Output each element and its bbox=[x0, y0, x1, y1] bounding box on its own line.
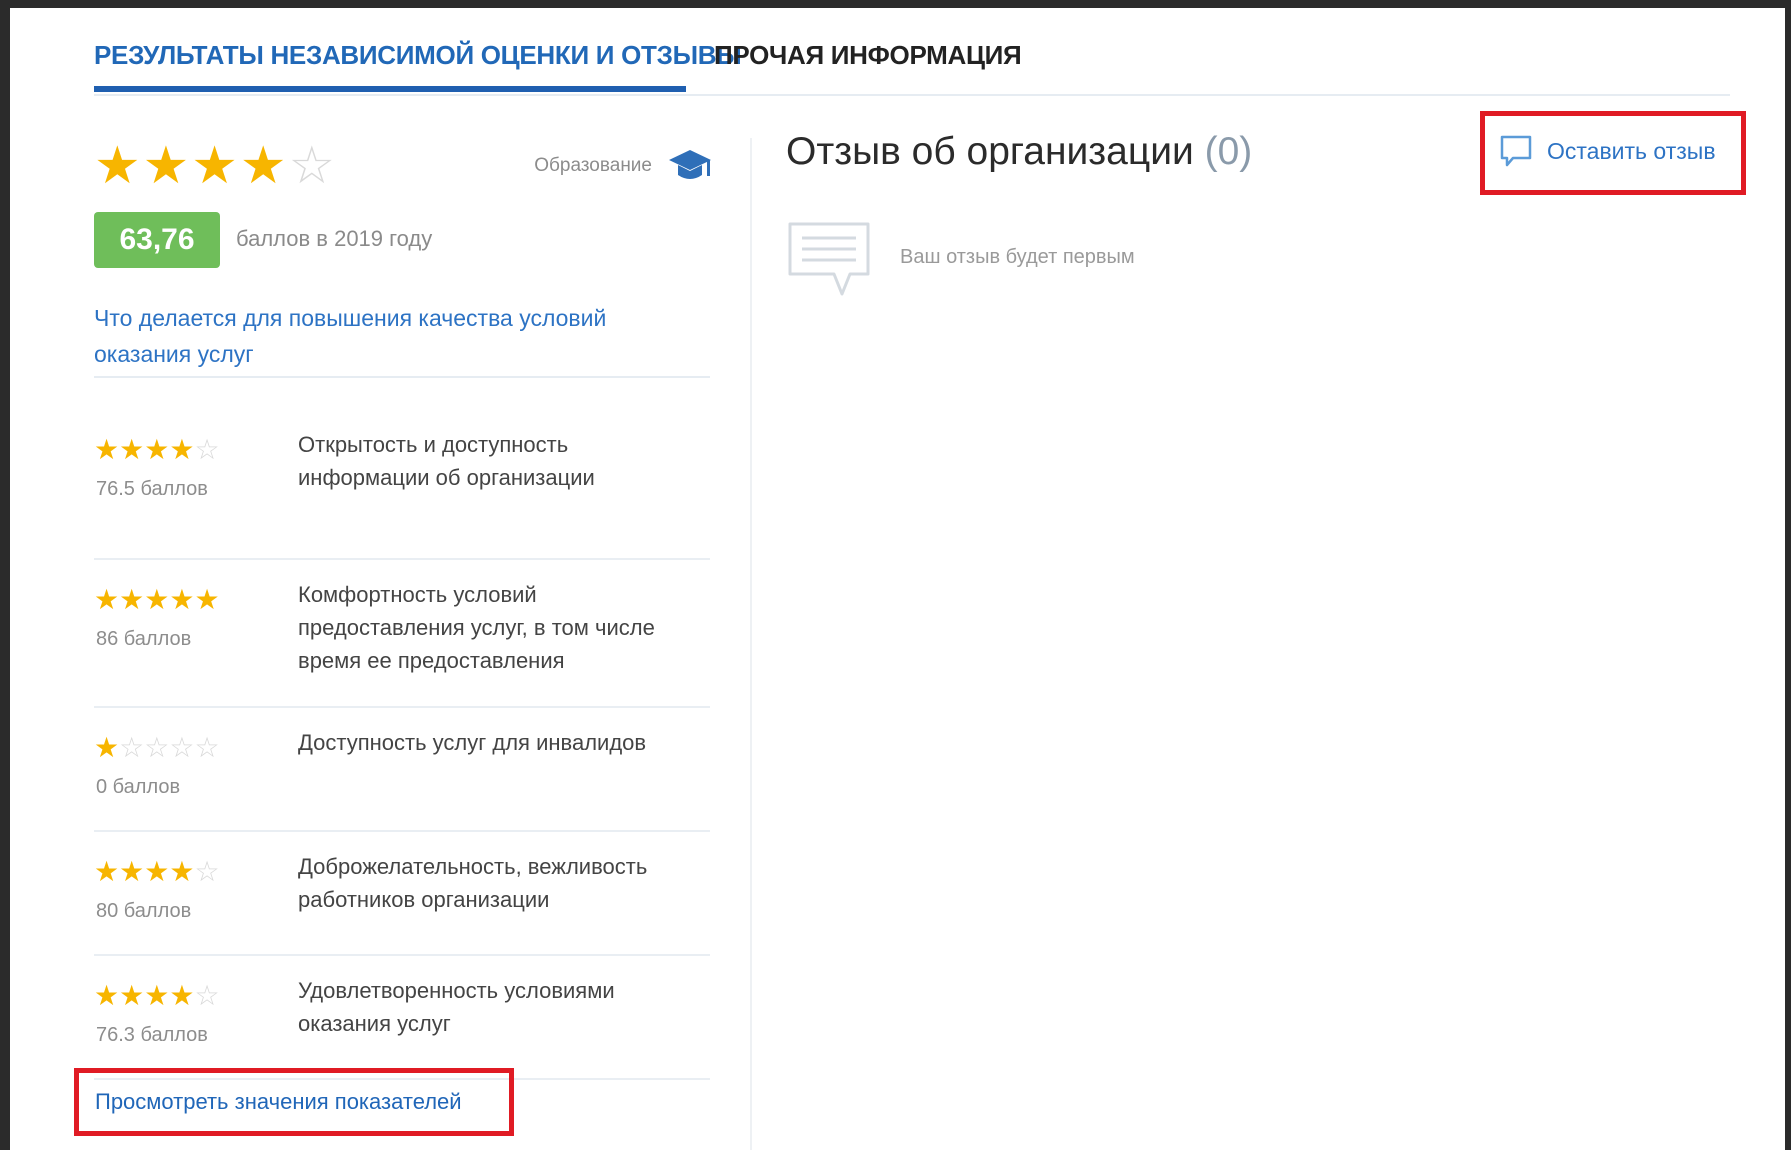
star-empty-icon: ☆ bbox=[194, 732, 220, 763]
tab-other-info[interactable]: ПРОЧАЯ ИНФОРМАЦИЯ bbox=[714, 40, 1022, 71]
view-indicators-highlight: Просмотреть значения показателей bbox=[74, 1068, 514, 1136]
star-filled-icon: ★ bbox=[169, 856, 195, 887]
active-tab-indicator bbox=[94, 86, 686, 92]
star-filled-icon: ★ bbox=[94, 980, 120, 1011]
star-empty-icon: ☆ bbox=[119, 732, 145, 763]
star-filled-icon: ★ bbox=[191, 137, 240, 195]
quality-improvement-link[interactable]: Что делается для повышения качества усло… bbox=[94, 300, 654, 372]
tab-results-reviews[interactable]: РЕЗУЛЬТАТЫ НЕЗАВИСИМОЙ ОЦЕНКИ И ОТЗЫВЫ bbox=[94, 40, 742, 71]
star-filled-icon: ★ bbox=[169, 434, 195, 465]
criterion-row: ★★★★★ 86 баллов Комфортность условий пре… bbox=[94, 560, 710, 708]
criterion-row: ★☆☆☆☆ 0 баллов Доступность услуг для инв… bbox=[94, 708, 710, 832]
criteria-list: ★★★★☆ 76.5 баллов Открытость и доступнос… bbox=[94, 432, 710, 1080]
tab-bar: РЕЗУЛЬТАТЫ НЕЗАВИСИМОЙ ОЦЕНКИ И ОТЗЫВЫ П… bbox=[94, 28, 1730, 96]
reviews-title: Отзыв об организации bbox=[786, 130, 1194, 173]
star-filled-icon: ★ bbox=[144, 856, 170, 887]
criterion-points: 80 баллов bbox=[96, 900, 192, 922]
graduation-cap-icon bbox=[669, 150, 711, 179]
criterion-stars: ★★★★☆ bbox=[94, 982, 220, 1010]
star-empty-icon: ☆ bbox=[144, 732, 170, 763]
criterion-stars: ★★★★★ bbox=[94, 586, 220, 614]
empty-reviews-text: Ваш отзыв будет первым bbox=[900, 246, 1135, 268]
reviews-count: (0) bbox=[1204, 130, 1253, 173]
star-filled-icon: ★ bbox=[239, 137, 289, 195]
score-badge: 63,76 bbox=[94, 212, 220, 268]
criterion-points: 76.5 баллов bbox=[96, 478, 208, 500]
star-filled-icon: ★ bbox=[94, 856, 120, 887]
star-filled-icon: ★ bbox=[142, 137, 192, 195]
overall-star-rating: ★★★★☆ bbox=[94, 140, 337, 192]
star-filled-icon: ★ bbox=[94, 434, 120, 465]
leave-review-label: Оставить отзыв bbox=[1547, 137, 1716, 164]
star-empty-icon: ☆ bbox=[194, 434, 220, 465]
star-empty-icon: ☆ bbox=[169, 732, 195, 763]
criterion-points: 76.3 баллов bbox=[96, 1024, 208, 1046]
star-empty-icon: ☆ bbox=[288, 137, 338, 195]
reviews-heading: Отзыв об организации (0) bbox=[786, 130, 1252, 174]
star-filled-icon: ★ bbox=[169, 584, 195, 615]
comment-icon bbox=[1500, 135, 1532, 167]
star-filled-icon: ★ bbox=[119, 584, 145, 615]
criterion-stars: ★★★★☆ bbox=[94, 858, 220, 886]
criterion-stars: ★☆☆☆☆ bbox=[94, 734, 220, 762]
criterion-name: Доступность услуг для инвалидов bbox=[298, 730, 647, 755]
star-filled-icon: ★ bbox=[194, 584, 220, 615]
leave-review-button[interactable]: Оставить отзыв bbox=[1499, 134, 1716, 168]
divider bbox=[94, 376, 710, 378]
star-filled-icon: ★ bbox=[119, 856, 145, 887]
column-divider bbox=[750, 138, 752, 1150]
criterion-name: Комфортность условий предоставления услу… bbox=[298, 582, 655, 673]
star-filled-icon: ★ bbox=[94, 584, 120, 615]
leave-review-highlight: Оставить отзыв bbox=[1480, 111, 1746, 195]
criterion-name: Открытость и доступность информации об о… bbox=[298, 432, 595, 490]
star-empty-icon: ☆ bbox=[194, 856, 220, 887]
criterion-row: ★★★★☆ 76.5 баллов Открытость и доступнос… bbox=[94, 432, 710, 560]
chat-bubble-icon bbox=[788, 222, 870, 296]
criterion-row: ★★★★☆ 80 баллов Доброжелательность, вежл… bbox=[94, 832, 710, 956]
star-filled-icon: ★ bbox=[119, 434, 145, 465]
view-indicators-link[interactable]: Просмотреть значения показателей bbox=[95, 1089, 462, 1115]
criterion-points: 0 баллов bbox=[96, 776, 181, 798]
page-frame: РЕЗУЛЬТАТЫ НЕЗАВИСИМОЙ ОЦЕНКИ И ОТЗЫВЫ П… bbox=[10, 8, 1785, 1150]
star-filled-icon: ★ bbox=[119, 980, 145, 1011]
criterion-row: ★★★★☆ 76.3 баллов Удовлетворенность усло… bbox=[94, 956, 710, 1080]
star-filled-icon: ★ bbox=[94, 732, 120, 763]
star-empty-icon: ☆ bbox=[194, 980, 220, 1011]
criterion-points: 86 баллов bbox=[96, 628, 192, 650]
star-filled-icon: ★ bbox=[144, 980, 170, 1011]
criterion-name: Доброжелательность, вежливость работнико… bbox=[298, 854, 648, 912]
star-filled-icon: ★ bbox=[144, 584, 170, 615]
star-filled-icon: ★ bbox=[169, 980, 195, 1011]
category-badge: Образование bbox=[534, 148, 712, 184]
category-label: Образование bbox=[534, 155, 652, 176]
star-filled-icon: ★ bbox=[94, 137, 143, 195]
criterion-name: Удовлетворенность условиями оказания усл… bbox=[298, 978, 615, 1036]
criterion-stars: ★★★★☆ bbox=[94, 436, 220, 464]
score-caption: баллов в 2019 году bbox=[236, 226, 433, 251]
star-filled-icon: ★ bbox=[144, 434, 170, 465]
